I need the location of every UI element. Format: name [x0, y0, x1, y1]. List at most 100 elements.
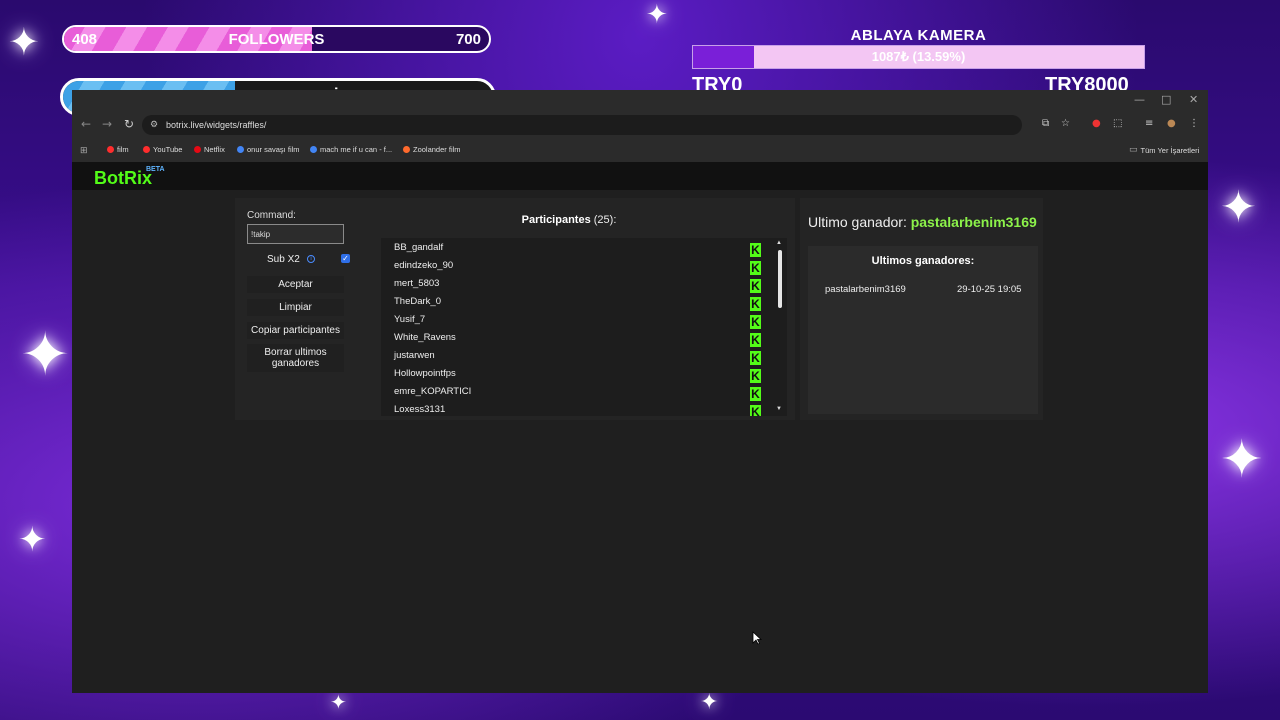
reload-icon[interactable]: ↻	[124, 117, 134, 131]
followers-current: 408	[72, 30, 98, 48]
accept-button[interactable]: Aceptar	[247, 276, 344, 293]
info-icon[interactable]: i	[307, 255, 315, 263]
all-bookmarks-label: Tüm Yer İşaretleri	[1140, 145, 1200, 155]
participant-name: White_Ravens	[394, 332, 456, 343]
copy-participants-button[interactable]: Copiar participantes	[247, 322, 344, 339]
sparkle-decoration: ✦	[18, 520, 47, 560]
sparkle-decoration: ✦	[8, 20, 40, 64]
translate-icon[interactable]: ⧉	[1042, 118, 1049, 129]
folder-icon: ▭	[1129, 145, 1138, 155]
mouse-cursor-icon	[752, 631, 762, 645]
sub-x2-checkbox[interactable]: ✓	[341, 254, 350, 263]
kick-icon: K	[750, 279, 761, 293]
participant-row[interactable]: mert_5803 K	[394, 278, 769, 296]
kick-icon: K	[750, 243, 761, 257]
forward-icon[interactable]: →	[102, 117, 112, 131]
participant-row[interactable]: TheDark_0 K	[394, 296, 769, 314]
raffle-panel: Command: Sub X2 i ✓ Aceptar Limpiar Copi…	[235, 198, 795, 420]
kick-icon: K	[750, 297, 761, 311]
last-winners-box: Ultimos ganadores: pastalarbenim3169 29-…	[808, 246, 1038, 414]
scroll-up-arrow-icon[interactable]: ▲	[776, 240, 782, 246]
browser-window: — □ ✕ ← → ↻ ⚙ botrix.live/widgets/raffle…	[72, 90, 1208, 693]
participant-name: Hollowpointfps	[394, 368, 456, 379]
winner-name: pastalarbenim3169	[825, 284, 906, 295]
last-winner-label: Ultimo ganador:	[808, 214, 907, 230]
sparkle-decoration: ✦	[20, 320, 71, 390]
participant-row[interactable]: emre_KOPARTICI K	[394, 386, 769, 404]
followers-target: 700	[455, 30, 481, 48]
sparkle-decoration: ✦	[330, 690, 347, 714]
bookmark-item[interactable]: Zoolander film	[403, 145, 461, 154]
participant-row[interactable]: justarwen K	[394, 350, 769, 368]
bookmark-item[interactable]: mach me if u can - f...	[310, 145, 392, 154]
last-winner-name: pastalarbenim3169	[910, 214, 1037, 230]
last-winners-title: Ultimos ganadores:	[871, 255, 975, 267]
camera-goal-max: TRY8000	[1045, 74, 1129, 90]
sparkle-decoration: ✦	[700, 690, 719, 715]
bookmark-star-icon[interactable]: ☆	[1061, 118, 1070, 129]
camera-goal-min: TRY0	[692, 74, 743, 90]
bookmarks-bar: ⊞ film YouTube Netflix onur savaşı film …	[72, 138, 1208, 162]
clear-button[interactable]: Limpiar	[247, 299, 344, 316]
participant-name: Loxess3131	[394, 404, 446, 415]
kick-icon: K	[750, 333, 761, 347]
followers-goal-bar: FOLLOWERS 408 700	[62, 25, 491, 53]
address-bar[interactable]: ⚙ botrix.live/widgets/raffles/	[142, 115, 1022, 135]
camera-goal-title: ABLAYA KAMERA	[850, 27, 987, 44]
winner-date: 29-10-25 19:05	[957, 284, 1022, 295]
close-icon[interactable]: ✕	[1189, 93, 1198, 106]
bookmark-item[interactable]: onur savaşı film	[237, 145, 300, 154]
delete-last-winners-button[interactable]: Borrar ultimos ganadores	[247, 344, 344, 372]
apps-grid-icon[interactable]: ⊞	[80, 145, 88, 156]
kick-icon: K	[750, 405, 761, 416]
bookmark-label: YouTube	[153, 145, 183, 154]
participant-name: justarwen	[394, 350, 435, 361]
camera-goal-bar: 1087₺ (13.59%)	[692, 45, 1145, 69]
bookmark-item[interactable]: Netflix	[194, 145, 225, 154]
extensions-puzzle-icon[interactable]: ⬚	[1113, 118, 1122, 129]
bookmark-label: Zoolander film	[413, 145, 461, 154]
sparkle-decoration: ✦	[646, 0, 668, 30]
participant-name: TheDark_0	[394, 296, 441, 307]
camera-goal-amount: 1087₺ (13.59%)	[871, 49, 966, 64]
participant-row[interactable]: White_Ravens K	[394, 332, 769, 350]
last-winner-line: Ultimo ganador: pastalarbenim3169	[808, 214, 1037, 230]
participant-row[interactable]: edindzeko_90 K	[394, 260, 769, 278]
command-input[interactable]	[247, 224, 344, 244]
minimize-icon[interactable]: —	[1134, 93, 1145, 106]
menu-icon[interactable]: ⋮	[1189, 118, 1199, 129]
raffle-content: Command: Sub X2 i ✓ Aceptar Limpiar Copi…	[72, 190, 1208, 693]
kick-icon: K	[750, 261, 761, 275]
site-info-icon[interactable]: ⚙	[150, 119, 158, 130]
participants-list[interactable]: BB_gandalf K edindzeko_90 K mert_5803 K The…	[381, 238, 787, 416]
command-label: Command:	[247, 210, 296, 221]
bookmark-label: mach me if u can - f...	[320, 145, 393, 154]
google-icon	[237, 146, 244, 153]
kick-icon: K	[750, 351, 761, 365]
bookmark-item[interactable]: YouTube	[143, 145, 182, 154]
participant-row[interactable]: Hollowpointfps K	[394, 368, 769, 386]
all-bookmarks-folder[interactable]: ▭ Tüm Yer İşaretleri	[1129, 145, 1199, 155]
extension-icon[interactable]: ●	[1092, 118, 1101, 129]
profile-avatar-icon[interactable]: ●	[1167, 118, 1176, 129]
window-titlebar: — □ ✕	[72, 90, 1208, 112]
url-text: botrix.live/widgets/raffles/	[166, 120, 267, 130]
scrollbar-thumb[interactable]	[778, 250, 782, 308]
participant-row[interactable]: Yusif_7 K	[394, 314, 769, 332]
sparkle-decoration: ✦	[1220, 430, 1264, 490]
media-control-icon[interactable]: ≡	[1145, 118, 1153, 129]
address-toolbar: ← → ↻ ⚙ botrix.live/widgets/raffles/ ⧉ ☆…	[72, 112, 1208, 138]
scroll-down-arrow-icon[interactable]: ▼	[776, 406, 782, 412]
sub-x2-label: Sub X2	[267, 254, 300, 265]
participant-row[interactable]: Loxess3131 K	[394, 404, 769, 416]
participant-row[interactable]: BB_gandalf K	[394, 242, 769, 260]
google-icon	[310, 146, 317, 153]
bookmark-item[interactable]: film	[107, 145, 129, 154]
participant-name: emre_KOPARTICI	[394, 386, 472, 397]
back-icon[interactable]: ←	[81, 117, 91, 131]
bookmark-favicon	[107, 146, 114, 153]
kick-icon: K	[750, 315, 761, 329]
maximize-icon[interactable]: □	[1161, 93, 1171, 106]
botrix-logo[interactable]: BotRix	[94, 168, 152, 189]
beta-badge: BETA	[146, 166, 165, 173]
